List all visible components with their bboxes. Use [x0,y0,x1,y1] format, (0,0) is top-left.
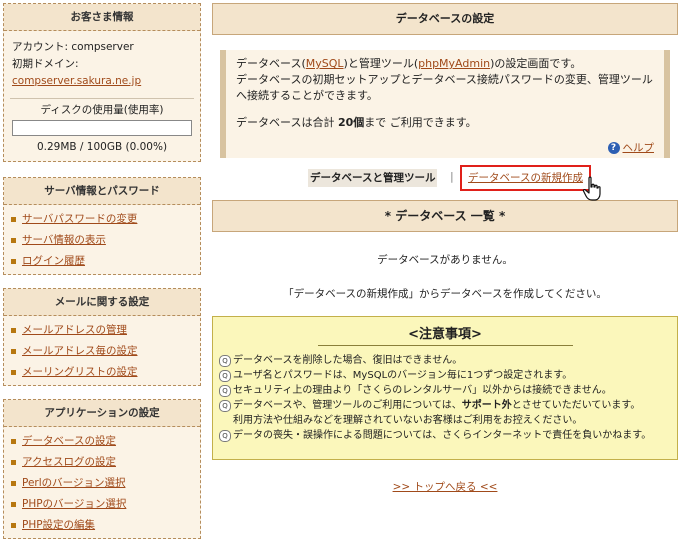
notice-text: データベースや、管理ツールのご利用については、サポート外とさせていただいています… [233,400,641,411]
back-to-top-label[interactable]: >> トップへ戻る << [393,481,498,493]
app-settings-title: アプリケーションの設定 [4,400,200,427]
sidebar-item-php-version[interactable]: PHPのバージョン選択 [4,494,200,515]
tab-bar: データベースと管理ツール | データベースの新規作成 [212,162,678,201]
notice-item: Q データの喪失・誤操作による問題については、さくらインターネットで責任を負いかね… [219,428,677,443]
notice-item: Q データベースや、管理ツールのご利用については、サポート外とさせていただいていま… [219,398,677,413]
notice-text: ユーザ名とパスワードは、MySQLのバージョン毎に1つずつ設定されます。 [233,370,573,381]
notice-text: データベースを削除した場合、復旧はできません。 [233,355,463,366]
notice-item: Q セキュリティ上の理由より「さくらのレンタルサーバ」以外からは接続できません。 [219,383,677,398]
sidebar-item-label[interactable]: メールアドレス毎の設定 [22,345,138,357]
domain-link[interactable]: compserver.sakura.ne.jp [12,75,141,87]
sidebar-item-label[interactable]: データベースの設定 [22,435,116,447]
sidebar-item-label[interactable]: サーバパスワードの変更 [22,213,137,225]
sidebar-item-mail-per-address[interactable]: メールアドレス毎の設定 [4,341,200,362]
q-bullet-icon: Q [219,355,231,367]
sidebar-item-label[interactable]: PHPのバージョン選択 [22,498,126,510]
sidebar-item-label[interactable]: PHP設定の編集 [22,519,95,531]
q-bullet-icon: Q [219,430,231,442]
help-link[interactable]: ? ヘルプ [607,140,655,156]
sidebar-item-label[interactable]: メーリングリストの設定 [22,366,138,378]
intro-text: データベース( [236,57,306,70]
disk-usage-bar [12,120,192,136]
database-list-header: * データベース 一覧 * [212,200,678,232]
server-info-box: サーバ情報とパスワード サーバパスワードの変更 サーバ情報の表示 ログイン履歴 [3,177,201,275]
intro-line-2: データベースの初期セットアップとデータベース接続パスワードの変更、管理ツールへ接… [236,73,653,102]
sidebar-item-mail-addresses[interactable]: メールアドレスの管理 [4,320,200,341]
sidebar-item-perl-version[interactable]: Perlのバージョン選択 [4,473,200,494]
back-to-top-link[interactable]: >> トップへ戻る << [212,479,678,494]
notice-text: データの喪失・誤操作による問題については、さくらインターネットで責任を負いかねま… [233,430,652,441]
total-text: データベースは合計 [236,116,338,129]
sidebar-item-label[interactable]: サーバ情報の表示 [22,234,106,246]
sidebar: お客さま情報 アカウント: compserver 初期ドメイン: compser… [3,3,201,539]
sidebar-item-label[interactable]: ログイン履歴 [22,255,85,267]
disk-usage-text: 0.29MB / 100GB (0.00%) [36,141,168,153]
customer-info-title: お客さま情報 [4,4,200,31]
main-content: データベースの設定 データベース(MySQL)と管理ツール(phpMyAdmin… [212,3,678,494]
phpmyadmin-link[interactable]: phpMyAdmin [418,57,490,70]
intro-box: データベース(MySQL)と管理ツール(phpMyAdmin)の設定画面です。 … [220,50,670,158]
mail-menu: メールアドレスの管理 メールアドレス毎の設定 メーリングリストの設定 [4,316,200,385]
mysql-link[interactable]: MySQL [306,57,344,70]
tab-separator: | [450,170,454,183]
domain-row: 初期ドメイン: compserver.sakura.ne.jp [12,56,192,90]
tab-new-database[interactable]: データベースの新規作成 [460,165,591,191]
notice-title: <注意事項> [317,323,573,346]
sidebar-item-database[interactable]: データベースの設定 [4,431,200,452]
sidebar-item-label[interactable]: アクセスログの設定 [22,456,116,468]
domain-label: 初期ドメイン: [12,58,79,70]
q-bullet-icon: Q [219,385,231,397]
mail-settings-title: メールに関する設定 [4,289,200,316]
intro-line-1: データベース(MySQL)と管理ツール(phpMyAdmin)の設定画面です。 [236,56,654,72]
q-bullet-icon: Q [219,370,231,382]
sidebar-item-login-history[interactable]: ログイン履歴 [4,251,200,272]
notice-item-continuation: 利用方法や仕組みなどを理解されていないお客様はご利用をお控えください。 [219,413,677,428]
account-value: compserver [71,41,134,53]
help-label[interactable]: ヘルプ [623,142,655,154]
sidebar-item-server-password[interactable]: サーバパスワードの変更 [4,209,200,230]
notice-item: Q データベースを削除した場合、復旧はできません。 [219,353,677,368]
customer-info-box: お客さま情報 アカウント: compserver 初期ドメイン: compser… [3,3,201,162]
account-label: アカウント: [12,41,72,53]
notice-text: セキュリティ上の理由より「さくらのレンタルサーバ」以外からは接続できません。 [233,385,612,396]
notice-box: <注意事項> Q データベースを削除した場合、復旧はできません。 Q ユーザ名とパス… [212,316,678,460]
hand-pointer-icon [582,176,601,201]
intro-text: )と管理ツール( [343,57,419,70]
disk-usage-title: ディスクの使用量(使用率) [10,98,194,117]
account-row: アカウント: compserver [12,39,192,56]
sidebar-item-access-log[interactable]: アクセスログの設定 [4,452,200,473]
q-bullet-icon: Q [219,400,231,412]
total-count: 20個 [337,116,365,129]
total-text: まで ご利用できます。 [364,116,477,129]
sidebar-item-label[interactable]: メールアドレスの管理 [22,324,127,336]
empty-message: データベースがありません。 [377,254,513,266]
mail-settings-box: メールに関する設定 メールアドレスの管理 メールアドレス毎の設定 メーリングリス… [3,288,201,386]
database-total: データベースは合計 20個まで ご利用できます。 [236,115,654,131]
app-settings-box: アプリケーションの設定 データベースの設定 アクセスログの設定 Perlのバージ… [3,399,201,539]
sidebar-item-label[interactable]: Perlのバージョン選択 [22,477,125,489]
page-title: データベースの設定 [212,3,678,35]
notice-text: 利用方法や仕組みなどを理解されていないお客様はご利用をお控えください。 [233,415,583,426]
question-circle-icon: ? [607,142,620,154]
sidebar-item-php-settings[interactable]: PHP設定の編集 [4,515,200,536]
server-menu: サーバパスワードの変更 サーバ情報の表示 ログイン履歴 [4,205,200,274]
intro-text: )の設定画面です。 [490,57,582,70]
notice-item: Q ユーザ名とパスワードは、MySQLのバージョン毎に1つずつ設定されます。 [219,368,677,383]
sidebar-item-mailing-list[interactable]: メーリングリストの設定 [4,362,200,383]
create-hint: 「データベースの新規作成」からデータベースを作成してください。 [283,288,607,300]
account-info: アカウント: compserver 初期ドメイン: compserver.sak… [4,31,200,94]
app-menu: データベースの設定 アクセスログの設定 Perlのバージョン選択 PHPのバージ… [4,427,200,538]
server-info-title: サーバ情報とパスワード [4,178,200,205]
sidebar-item-server-info[interactable]: サーバ情報の表示 [4,230,200,251]
notice-list: Q データベースを削除した場合、復旧はできません。 Q ユーザ名とパスワードは、My… [219,353,677,443]
tab-database-and-tools[interactable]: データベースと管理ツール [308,169,438,187]
